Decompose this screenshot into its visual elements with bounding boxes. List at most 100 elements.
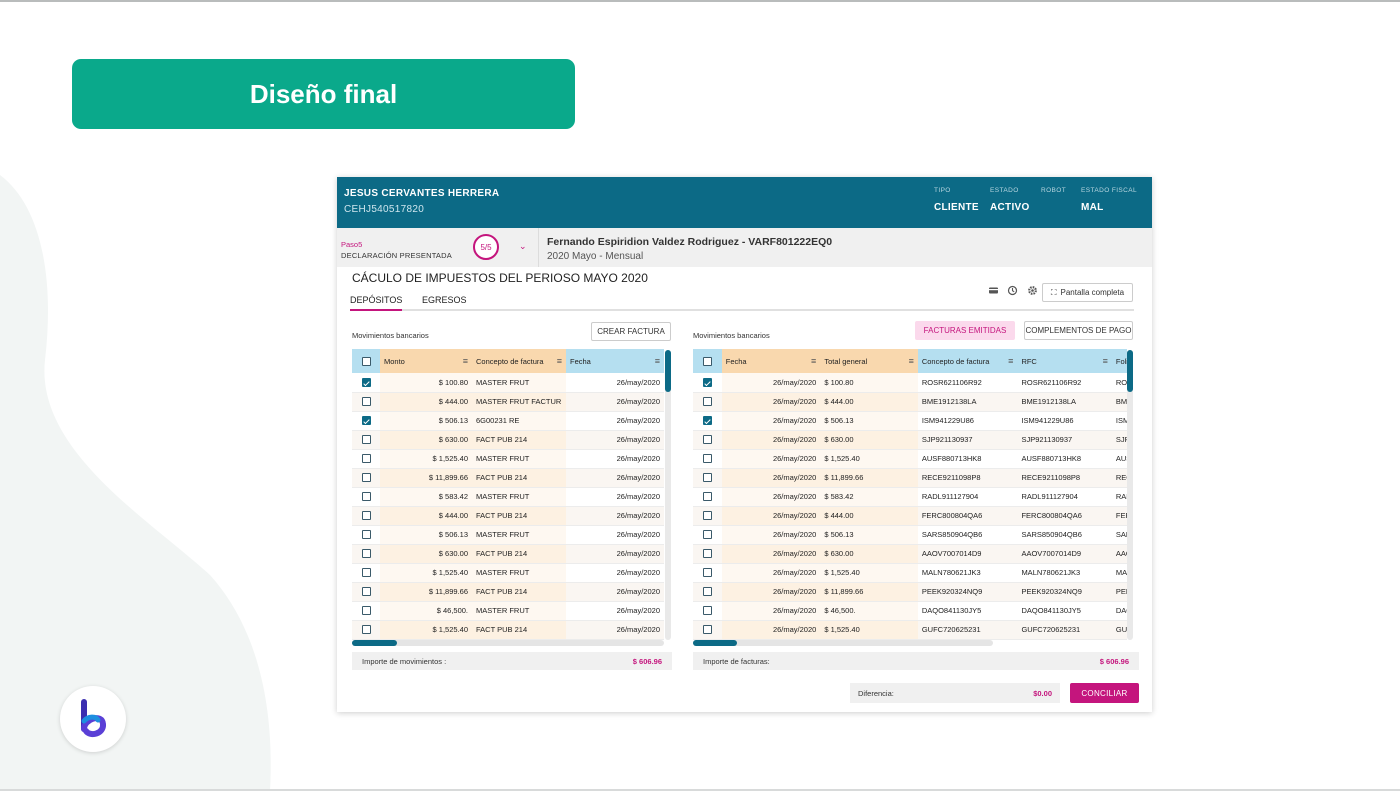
row-checkbox[interactable] [361,397,371,407]
checkbox-cell[interactable] [693,506,722,526]
checkbox-cell[interactable] [693,468,722,488]
row-checkbox[interactable] [702,625,712,635]
checkbox-cell[interactable] [352,525,380,545]
checkbox-cell[interactable] [352,563,380,583]
table-row[interactable]: $ 11,899.66 FACT PUB 214 26/may/2020 [352,468,664,488]
select-all-checkbox[interactable] [693,349,722,373]
row-checkbox[interactable] [702,511,712,521]
conciliar-button[interactable]: CONCILIAR [1070,683,1139,703]
table-row[interactable]: 26/may/2020 $ 11,899.66 PEEK920324NQ9 PEEK9… [693,582,1127,602]
row-checkbox[interactable] [702,378,712,387]
row-checkbox[interactable] [702,549,712,559]
column-total[interactable]: Total general ≡ [820,349,918,373]
table-row[interactable]: $ 444.00 FACT PUB 214 26/may/2020 [352,506,664,526]
row-checkbox[interactable] [361,492,371,502]
row-checkbox[interactable] [361,587,371,597]
table-row[interactable]: 26/may/2020 $ 11,899.66 RECE9211098P8 RECE9… [693,468,1127,488]
table-row[interactable]: 26/may/2020 $ 46,500. DAQO841130JY5 DAQO841… [693,601,1127,621]
row-checkbox[interactable] [361,511,371,521]
checkbox-cell[interactable] [352,544,380,564]
create-invoice-button[interactable]: CREAR FACTURA [591,322,671,341]
table-row[interactable]: 26/may/2020 $ 444.00 BME1912138LA BME191213… [693,392,1127,412]
column-concepto[interactable]: Concepto de factura ≡ [472,349,566,373]
filter-icon[interactable]: ≡ [1103,357,1108,366]
table-row[interactable]: 26/may/2020 $ 583.42 RADL911127904 RADL9111… [693,487,1127,507]
filter-icon[interactable]: ≡ [655,357,660,366]
right-vertical-scrollbar[interactable] [1127,350,1133,640]
checkbox-cell[interactable] [352,487,380,507]
table-row[interactable]: 26/may/2020 $ 1,525.40 AUSF880713HK8 AUSF88… [693,449,1127,469]
checkbox-cell[interactable] [693,620,722,640]
checkbox-cell[interactable] [352,601,380,621]
checkbox-cell[interactable] [352,392,380,412]
table-row[interactable]: 26/may/2020 $ 1,525.40 GUFC720625231 GUFC72… [693,620,1127,640]
checkbox-cell[interactable] [693,601,722,621]
checkbox-cell[interactable] [693,525,722,545]
column-fecha[interactable]: Fecha ≡ [721,349,821,373]
checkbox-cell[interactable] [352,620,380,640]
column-fecha[interactable]: Fecha ≡ [566,349,664,373]
table-row[interactable]: $ 46,500. MASTER FRUT 26/may/2020 [352,601,664,621]
checkbox-cell[interactable] [693,411,722,431]
row-checkbox[interactable] [361,606,371,616]
row-checkbox[interactable] [702,435,712,445]
filter-icon[interactable]: ≡ [909,357,914,366]
checkbox-cell[interactable] [352,582,380,602]
table-row[interactable]: $ 506.13 MASTER FRUT 26/may/2020 [352,525,664,545]
row-checkbox[interactable] [361,416,371,426]
row-checkbox[interactable] [702,568,712,578]
row-checkbox[interactable] [361,549,371,559]
table-row[interactable]: $ 1,525.40 MASTER FRUT 26/may/2020 [352,563,664,583]
checkbox-cell[interactable] [693,563,722,583]
checkbox-cell[interactable] [352,506,380,526]
column-rfc[interactable]: RFC ≡ [1017,349,1112,373]
table-row[interactable]: 26/may/2020 $ 506.13 SARS850904QB6 SARS8509… [693,525,1127,545]
checkbox-cell[interactable] [693,430,722,450]
table-row[interactable]: 26/may/2020 $ 506.13 ISM941229U86 ISM941229… [693,411,1127,431]
row-checkbox[interactable] [361,378,371,387]
table-row[interactable]: 26/may/2020 $ 444.00 FERC800804QA6 FERC8008… [693,506,1127,526]
chevron-down-icon[interactable]: ⌄ [519,241,527,252]
row-checkbox[interactable] [702,473,712,483]
checkbox-cell[interactable] [352,373,380,393]
table-row[interactable]: 26/may/2020 $ 630.00 AAOV7007014D9 AAOV7007… [693,544,1127,564]
left-horizontal-scrollbar[interactable] [352,640,664,646]
table-row[interactable]: 26/may/2020 $ 1,525.40 MALN780621JK3 MALN78… [693,563,1127,583]
step-indicator[interactable]: Paso5 DECLARACIÓN PRESENTADA 5/5 ⌄ [337,228,539,267]
column-folio[interactable]: Folio [1111,349,1127,373]
checkbox-cell[interactable] [693,487,722,507]
checkbox-cell[interactable] [693,544,722,564]
row-checkbox[interactable] [702,397,712,407]
row-checkbox[interactable] [361,568,371,578]
checkbox-cell[interactable] [352,449,380,469]
table-row[interactable]: $ 583.42 MASTER FRUT 26/may/2020 [352,487,664,507]
right-horizontal-scrollbar[interactable] [693,640,993,646]
checkbox-cell[interactable] [693,373,722,393]
tab-egresos[interactable]: EGRESOS [422,295,467,309]
select-all-checkbox[interactable] [352,349,380,373]
row-checkbox[interactable] [702,492,712,502]
checkbox-cell[interactable] [693,392,722,412]
row-checkbox[interactable] [702,416,712,426]
table-row[interactable]: $ 11,899.66 FACT PUB 214 26/may/2020 [352,582,664,602]
table-row[interactable]: $ 630.00 FACT PUB 214 26/may/2020 [352,430,664,450]
checkbox-cell[interactable] [352,430,380,450]
table-row[interactable]: 26/may/2020 $ 630.00 SJP921130937 SJP921130… [693,430,1127,450]
facturas-emitidas-button[interactable]: FACTURAS EMITIDAS [915,321,1015,340]
column-concepto[interactable]: Concepto de factura ≡ [917,349,1018,373]
table-row[interactable]: $ 444.00 MASTER FRUT FACTUR 26/may/2020 [352,392,664,412]
filter-icon[interactable]: ≡ [463,357,468,366]
tab-depositos[interactable]: DEPÓSITOS [350,295,403,311]
row-checkbox[interactable] [361,435,371,445]
checkbox-cell[interactable] [352,468,380,488]
column-monto[interactable]: Monto ≡ [380,349,472,373]
row-checkbox[interactable] [361,625,371,635]
row-checkbox[interactable] [702,606,712,616]
checkbox-cell[interactable] [693,582,722,602]
row-checkbox[interactable] [702,587,712,597]
filter-icon[interactable]: ≡ [811,357,816,366]
row-checkbox[interactable] [361,454,371,464]
left-vertical-scrollbar[interactable] [665,350,671,640]
table-row[interactable]: $ 100.80 MASTER FRUT 26/may/2020 [352,373,664,393]
checkbox-cell[interactable] [693,449,722,469]
